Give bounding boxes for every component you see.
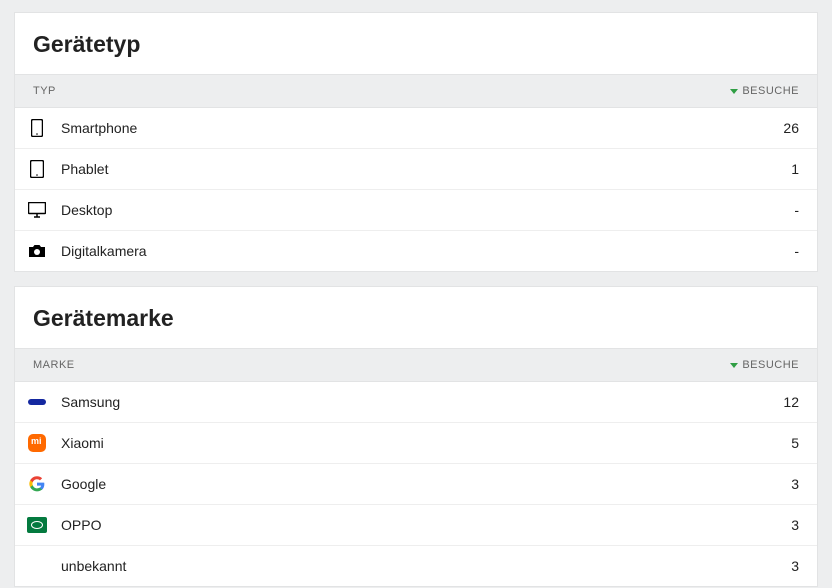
desktop-icon (27, 200, 47, 220)
device-brand-title: Gerätemarke (15, 287, 817, 348)
row-label: Digitalkamera (61, 243, 794, 259)
table-row[interactable]: Digitalkamera - (15, 231, 817, 271)
device-brand-card: Gerätemarke MARKE BESUCHE Samsung 12 Xia… (14, 286, 818, 587)
row-label: Phablet (61, 161, 791, 177)
row-label: Smartphone (61, 120, 783, 136)
sort-desc-icon (730, 363, 738, 368)
row-label: Samsung (61, 394, 783, 410)
device-type-title: Gerätetyp (15, 13, 817, 74)
row-label: Xiaomi (61, 435, 791, 451)
table-row[interactable]: Smartphone 26 (15, 108, 817, 149)
table-row[interactable]: Google 3 (15, 464, 817, 505)
row-value: 3 (791, 558, 799, 574)
table-row[interactable]: Xiaomi 5 (15, 423, 817, 464)
device-brand-header: MARKE BESUCHE (15, 348, 817, 382)
row-value: 1 (791, 161, 799, 177)
table-row[interactable]: Samsung 12 (15, 382, 817, 423)
column-besuche[interactable]: BESUCHE (730, 359, 799, 371)
samsung-icon (27, 392, 47, 412)
row-value: 12 (783, 394, 799, 410)
row-value: - (794, 243, 799, 259)
sort-desc-icon (730, 89, 738, 94)
column-besuche-label: BESUCHE (742, 359, 799, 371)
row-value: - (794, 202, 799, 218)
row-label: Google (61, 476, 791, 492)
row-value: 5 (791, 435, 799, 451)
table-row[interactable]: Desktop - (15, 190, 817, 231)
table-row[interactable]: Phablet 1 (15, 149, 817, 190)
device-type-header: TYP BESUCHE (15, 74, 817, 108)
column-marke[interactable]: MARKE (33, 359, 730, 371)
phablet-icon (27, 159, 47, 179)
row-value: 26 (783, 120, 799, 136)
xiaomi-icon (27, 433, 47, 453)
column-besuche[interactable]: BESUCHE (730, 85, 799, 97)
smartphone-icon (27, 118, 47, 138)
row-value: 3 (791, 476, 799, 492)
unknown-brand-icon (27, 556, 47, 576)
oppo-icon (27, 515, 47, 535)
google-icon (27, 474, 47, 494)
row-label: OPPO (61, 517, 791, 533)
table-row[interactable]: unbekannt 3 (15, 546, 817, 586)
row-label: unbekannt (61, 558, 791, 574)
table-row[interactable]: OPPO 3 (15, 505, 817, 546)
row-value: 3 (791, 517, 799, 533)
camera-icon (27, 241, 47, 261)
column-typ[interactable]: TYP (33, 85, 730, 97)
row-label: Desktop (61, 202, 794, 218)
column-besuche-label: BESUCHE (742, 85, 799, 97)
device-type-card: Gerätetyp TYP BESUCHE Smartphone 26 Phab… (14, 12, 818, 272)
